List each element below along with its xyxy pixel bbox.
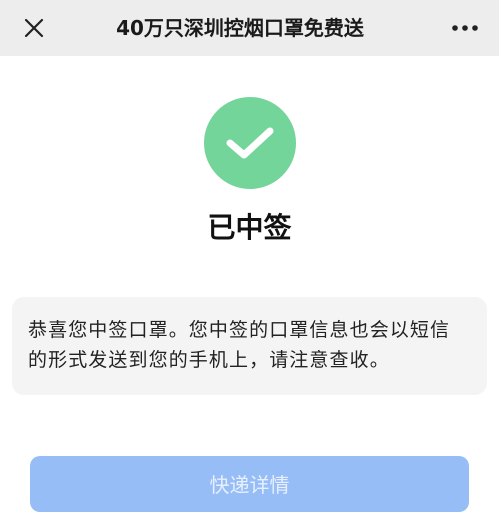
check-icon	[226, 127, 274, 159]
page-title: 40万只深圳控烟口罩免费送	[116, 16, 364, 40]
close-icon	[24, 18, 44, 38]
top-navigation-bar: 40万只深圳控烟口罩免费送	[0, 0, 499, 56]
notice-card: 恭喜您中签口罩。您中签的口罩信息也会以短信的形式发送到您的手机上，请注意查收。	[12, 297, 487, 395]
notice-text: 恭喜您中签口罩。您中签的口罩信息也会以短信的形式发送到您的手机上，请注意查收。	[28, 319, 451, 371]
more-options-button[interactable]	[445, 10, 485, 46]
express-details-button[interactable]: 快递详情	[30, 456, 469, 512]
result-title: 已中签	[207, 211, 292, 244]
title-fade	[384, 0, 410, 56]
close-button[interactable]	[14, 10, 54, 46]
success-status-icon	[204, 97, 296, 189]
more-icon	[452, 25, 478, 31]
